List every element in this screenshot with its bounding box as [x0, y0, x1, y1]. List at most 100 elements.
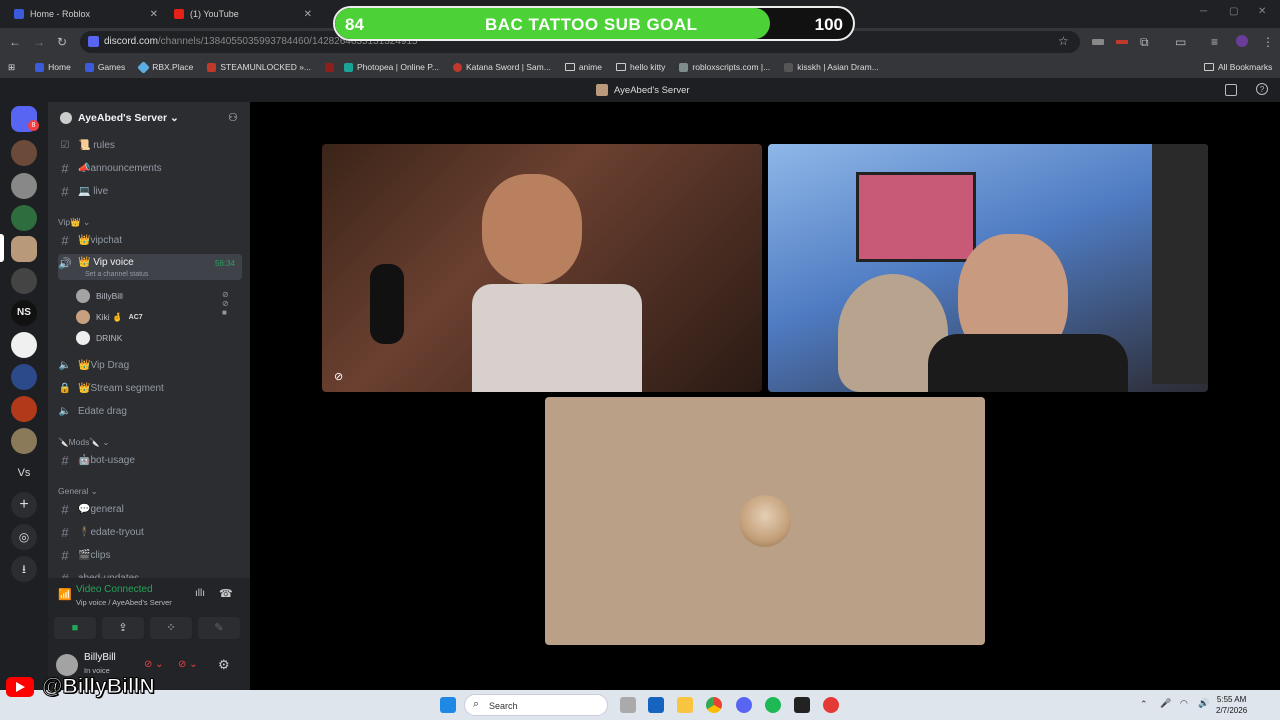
category-mods[interactable]: 🔪Mods🔪 ⌄	[58, 437, 109, 448]
bookmark-anime[interactable]: anime	[564, 62, 602, 72]
server-icon[interactable]	[11, 428, 37, 454]
tab-roblox[interactable]: Home - Roblox ✕	[6, 2, 166, 26]
menu-dots-icon[interactable]: ⋮	[1262, 35, 1274, 49]
bookmark-red[interactable]	[325, 62, 335, 72]
bookmark-games[interactable]: Games	[84, 62, 125, 72]
taskbar-search[interactable]: ⌕ Search	[464, 694, 608, 716]
extension-icon[interactable]	[1092, 39, 1104, 45]
bookmark-katana[interactable]: Katana Sword | Sam...	[452, 62, 551, 72]
help-icon[interactable]: ?	[1256, 83, 1268, 95]
activities-button[interactable]: ⁘	[150, 617, 192, 639]
profile-avatar[interactable]	[1236, 35, 1248, 47]
camera-button[interactable]: ■	[54, 617, 96, 639]
mouse-icon[interactable]	[620, 697, 636, 713]
channel-announcements[interactable]: # 📣announcements	[58, 158, 242, 178]
category-vip[interactable]: Vip👑 ⌄	[58, 217, 90, 228]
channel-edate-tryout[interactable]: # 🕴edate-tryout	[58, 522, 242, 542]
channel-rules[interactable]: ☑ 📜 rules	[58, 135, 242, 155]
video-tile-avatar[interactable]	[545, 397, 985, 645]
deafened-icon[interactable]: ⊘ ⌄	[178, 659, 198, 670]
server-icon[interactable]	[11, 173, 37, 199]
cast-icon[interactable]: ▭	[1175, 35, 1186, 49]
window-close-icon[interactable]: ✕	[1258, 6, 1266, 17]
windows-start-icon[interactable]	[440, 697, 456, 713]
youtube-logo-icon	[6, 677, 34, 697]
server-icon[interactable]	[11, 332, 37, 358]
channel-edate-drag[interactable]: 🔈 Edate drag	[58, 401, 242, 421]
server-icon[interactable]	[11, 268, 37, 294]
settings-gear-icon[interactable]: ⚙	[218, 657, 230, 673]
reload-icon[interactable]: ↻	[57, 35, 67, 49]
minimize-icon[interactable]: ─	[1200, 6, 1207, 17]
screenshare-button[interactable]: ⇪	[102, 617, 144, 639]
youtube-icon	[174, 9, 184, 19]
inbox-icon[interactable]	[1225, 84, 1237, 96]
back-icon[interactable]: ←	[9, 35, 21, 49]
video-tile[interactable]: ⊘	[322, 144, 762, 392]
voice-channel-link[interactable]: Vip voice / AyeAbed's Server	[76, 598, 172, 607]
extension-red-icon[interactable]	[1116, 40, 1128, 44]
server-name-button[interactable]: AyeAbed's Server ⌄	[78, 112, 179, 124]
store-icon[interactable]	[648, 697, 664, 713]
wifi-icon[interactable]: ◠	[1180, 698, 1188, 709]
channel-stream-segment[interactable]: 🔒 👑Stream segment	[58, 378, 242, 398]
server-vs-icon[interactable]: Vs	[11, 460, 37, 486]
server-icon-active[interactable]	[11, 236, 37, 262]
server-icon[interactable]	[11, 140, 37, 166]
server-icon[interactable]	[11, 205, 37, 231]
bookmark-hello-kitty[interactable]: hello kitty	[615, 62, 665, 72]
channel-bot-usage[interactable]: # 🤖bot-usage	[58, 450, 242, 470]
discover-icon[interactable]: ◎	[11, 524, 37, 550]
chrome-icon[interactable]	[706, 697, 722, 713]
voice-member[interactable]: BillyBill ⊘ ⊘ ■	[76, 289, 229, 317]
volume-icon[interactable]: 🔊	[1198, 698, 1209, 709]
file-explorer-icon[interactable]	[677, 697, 693, 713]
all-bookmarks[interactable]: All Bookmarks	[1204, 62, 1272, 72]
bookmark-kisskh[interactable]: kisskh | Asian Dram...	[784, 62, 879, 72]
add-server-icon[interactable]: +	[11, 492, 37, 518]
channel-general[interactable]: # 💬general	[58, 499, 242, 519]
user-avatar[interactable]	[56, 654, 78, 676]
noise-suppression-icon[interactable]: ıllı	[195, 588, 205, 599]
bookmark-home[interactable]: Home	[35, 62, 71, 72]
voice-member[interactable]: DRINK ■	[76, 331, 122, 345]
category-general[interactable]: General ⌄	[58, 486, 98, 497]
bookmark-robloxscripts[interactable]: robloxscripts.com |...	[679, 62, 770, 72]
taskbar-clock[interactable]: 5:55 AM 2/7/2026	[1216, 694, 1247, 716]
extensions-puzzle-icon[interactable]: ⧉	[1140, 35, 1149, 50]
close-icon[interactable]: ✕	[304, 9, 312, 20]
media-icon[interactable]: ≡	[1211, 35, 1218, 49]
bookmark-star-icon[interactable]: ☆	[1058, 34, 1069, 48]
disconnect-icon[interactable]: ☎	[219, 587, 233, 600]
server-icon[interactable]	[11, 364, 37, 390]
voice-member[interactable]: Kiki 🤞 AC7	[76, 310, 143, 324]
tab-youtube[interactable]: (1) YouTube ✕	[166, 2, 320, 26]
hash-icon: #	[61, 524, 69, 540]
channel-clips[interactable]: # 🎬clips	[58, 545, 242, 565]
mic-icon[interactable]: 🎤	[1160, 698, 1171, 709]
close-icon[interactable]: ✕	[150, 9, 158, 20]
forward-icon[interactable]: →	[33, 35, 45, 49]
maximize-icon[interactable]: ▢	[1229, 6, 1238, 17]
download-icon[interactable]: ⭳	[11, 556, 37, 582]
channel-vip-voice[interactable]: 🔊 👑 Vip voice Set a channel status 56:34	[58, 254, 242, 280]
mic-muted-icon[interactable]: ⊘ ⌄	[144, 659, 164, 670]
invite-icon[interactable]: ⚇	[228, 111, 238, 124]
tray-chevron-icon[interactable]: ⌃	[1140, 699, 1148, 710]
server-icon[interactable]	[11, 396, 37, 422]
discord-icon[interactable]	[736, 697, 752, 713]
video-tile[interactable]	[768, 144, 1208, 392]
channel-vip-drag[interactable]: 🔈 👑Vip Drag	[58, 355, 242, 375]
bookmark-steamunlocked[interactable]: STEAMUNLOCKED »...	[207, 62, 311, 72]
apps-grid-icon[interactable]: ⊞	[8, 62, 15, 73]
bookmark-photopea[interactable]: Photopea | Online P...	[344, 62, 439, 72]
server-ns-icon[interactable]: NS	[11, 300, 37, 326]
channel-vipchat[interactable]: # 👑vipchat	[58, 230, 242, 250]
bookmark-rbxplace[interactable]: RBX.Place	[137, 60, 193, 74]
channel-status[interactable]: Set a channel status	[85, 271, 148, 278]
opera-icon[interactable]	[823, 697, 839, 713]
soundboard-button[interactable]: ✎	[198, 617, 240, 639]
channel-live[interactable]: # 💻 live	[58, 181, 242, 201]
app-icon[interactable]	[794, 697, 810, 713]
spotify-icon[interactable]	[765, 697, 781, 713]
